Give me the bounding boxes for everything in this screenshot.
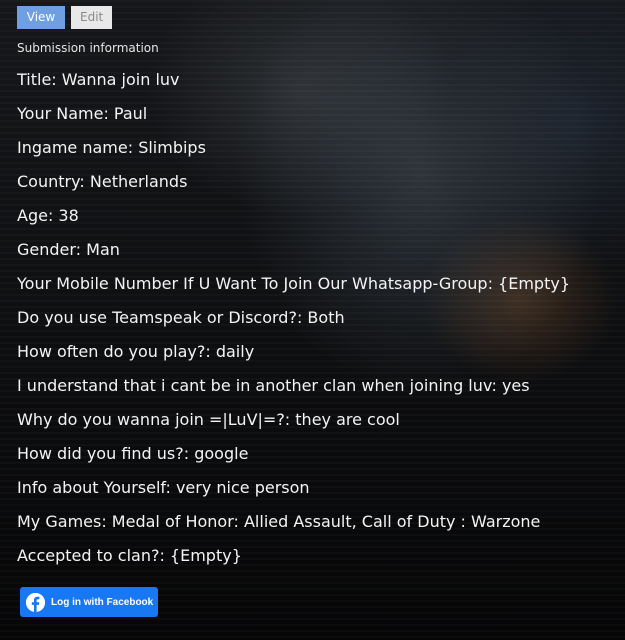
view-edit-tabs: View Edit: [17, 6, 617, 29]
tab-view[interactable]: View: [17, 6, 65, 29]
field-about-yourself: Info about Yourself: very nice person: [17, 478, 310, 497]
field-how-found: How did you find us?: google: [17, 444, 249, 463]
section-title: Submission information: [17, 41, 159, 55]
field-age: Age: 38: [17, 206, 79, 225]
field-play-frequency: How often do you play?: daily: [17, 342, 255, 361]
field-accepted: Accepted to clan?: {Empty}: [17, 546, 242, 565]
facebook-login-button[interactable]: Log in with Facebook: [20, 587, 158, 617]
field-teamspeak-discord: Do you use Teamspeak or Discord?: Both: [17, 308, 345, 327]
field-mobile-number: Your Mobile Number If U Want To Join Our…: [17, 274, 571, 293]
field-clan-agreement: I understand that i cant be in another c…: [17, 376, 530, 395]
field-ingame-name: Ingame name: Slimbips: [17, 138, 206, 157]
submission-panel: View Edit Submission information Title: …: [17, 6, 617, 573]
field-my-games: My Games: Medal of Honor: Allied Assault…: [17, 512, 541, 531]
facebook-login-label: Log in with Facebook: [51, 596, 154, 608]
field-gender: Gender: Man: [17, 240, 120, 259]
field-your-name: Your Name: Paul: [17, 104, 148, 123]
submission-fields: Title: Wanna join luv Your Name: Paul In…: [17, 63, 617, 573]
tab-edit[interactable]: Edit: [71, 6, 113, 29]
field-why-join: Why do you wanna join =|LuV|=?: they are…: [17, 410, 400, 429]
field-country: Country: Netherlands: [17, 172, 188, 191]
field-title: Title: Wanna join luv: [17, 70, 180, 89]
facebook-icon: [26, 592, 45, 612]
